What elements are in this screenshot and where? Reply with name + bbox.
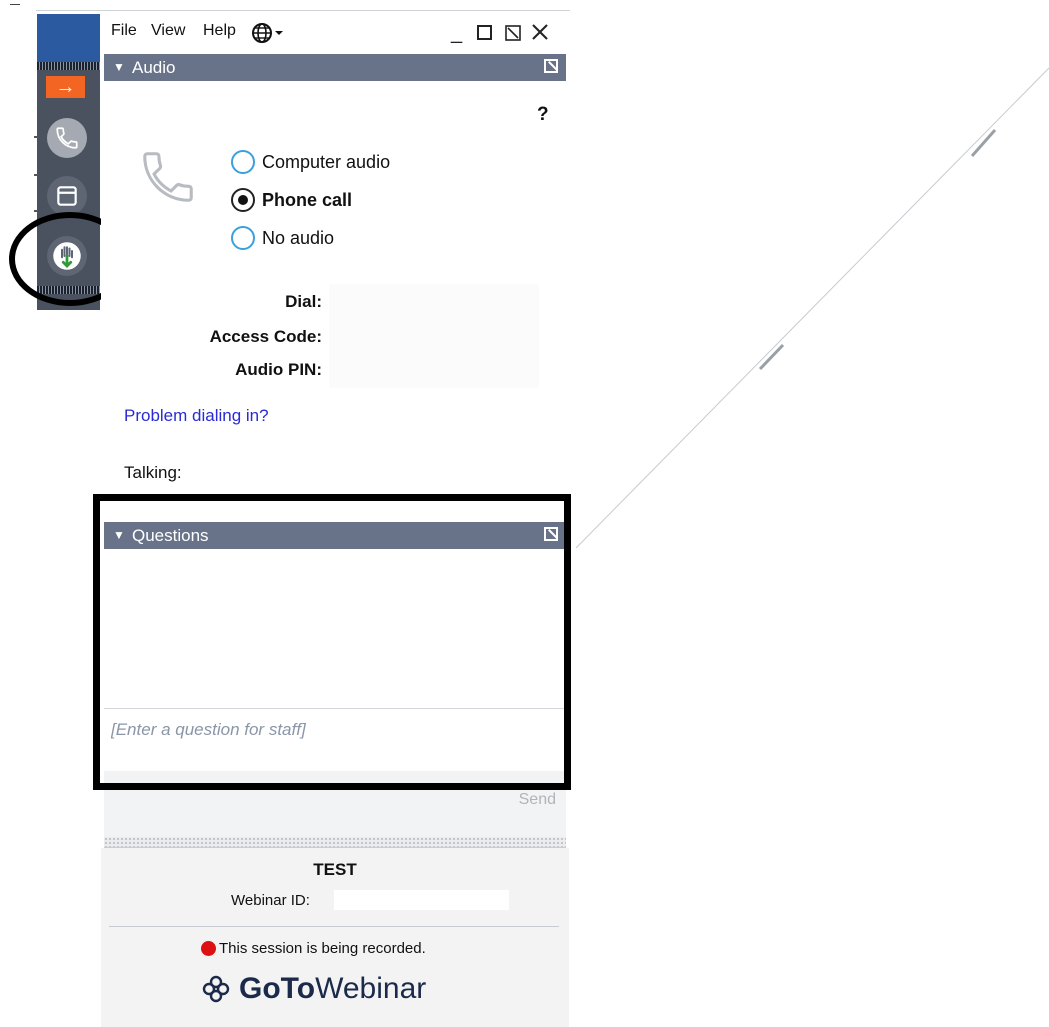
- radio-label: No audio: [262, 227, 335, 248]
- dial-info-box: [329, 284, 539, 388]
- rail-grip-top[interactable]: [37, 62, 100, 70]
- help-button[interactable]: ?: [537, 104, 549, 126]
- phone-icon: [137, 146, 199, 213]
- brand-bold: GoTo: [239, 972, 316, 1005]
- radio-phone-call[interactable]: Phone call: [231, 188, 352, 212]
- problem-dialing-link[interactable]: Problem dialing in?: [124, 406, 269, 426]
- webinar-id-value: [334, 890, 509, 910]
- highlight-rectangle: [93, 494, 571, 790]
- radio-computer-audio[interactable]: Computer audio: [231, 150, 390, 174]
- rail-top: [37, 14, 100, 62]
- dial-label: Dial:: [285, 292, 322, 311]
- recording-notice: This session is being recorded.: [201, 940, 426, 957]
- menu-file[interactable]: File: [111, 22, 137, 40]
- maximize-icon[interactable]: [477, 25, 492, 40]
- brand-regular: Webinar: [315, 972, 427, 1005]
- webinar-footer: TEST Webinar ID: This session is being r…: [101, 848, 569, 1027]
- resize-grip[interactable]: [104, 837, 566, 848]
- divider: [109, 926, 559, 927]
- menu-help[interactable]: Help: [203, 22, 236, 40]
- radio-no-audio[interactable]: No audio: [231, 226, 334, 250]
- audio-header[interactable]: ▼ Audio: [104, 54, 566, 81]
- audio-pin-label: Audio PIN:: [235, 360, 322, 379]
- window-icon[interactable]: [47, 176, 87, 216]
- menu-view[interactable]: View: [151, 22, 185, 40]
- restore-icon[interactable]: [505, 25, 521, 46]
- webinar-id-label: Webinar ID:: [231, 892, 310, 909]
- radio-label: Phone call: [262, 189, 353, 210]
- menu-bar: File View Help _: [101, 14, 569, 54]
- arrow-right-icon[interactable]: →: [46, 76, 85, 98]
- gotowebinar-logo-icon: [202, 975, 230, 1003]
- talking-label: Talking:: [124, 463, 182, 482]
- globe-icon[interactable]: [251, 21, 287, 50]
- close-icon[interactable]: [531, 23, 549, 46]
- audio-title: Audio: [132, 58, 176, 77]
- radio-button-selected[interactable]: [231, 188, 255, 212]
- send-button[interactable]: Send: [519, 791, 556, 809]
- radio-button[interactable]: [231, 226, 255, 250]
- recording-text: This session is being recorded.: [219, 940, 426, 957]
- radio-button[interactable]: [231, 150, 255, 174]
- record-dot-icon: [201, 941, 216, 956]
- popout-icon[interactable]: [544, 59, 558, 73]
- gotowebinar-logo: GoToWebinar: [201, 972, 426, 1006]
- webinar-name: TEST: [313, 860, 357, 879]
- minimize-icon[interactable]: _: [451, 22, 462, 44]
- phone-icon[interactable]: [47, 118, 87, 158]
- access-code-label: Access Code:: [209, 327, 322, 346]
- collapse-triangle-icon[interactable]: ▼: [113, 54, 125, 81]
- radio-label: Computer audio: [262, 151, 391, 172]
